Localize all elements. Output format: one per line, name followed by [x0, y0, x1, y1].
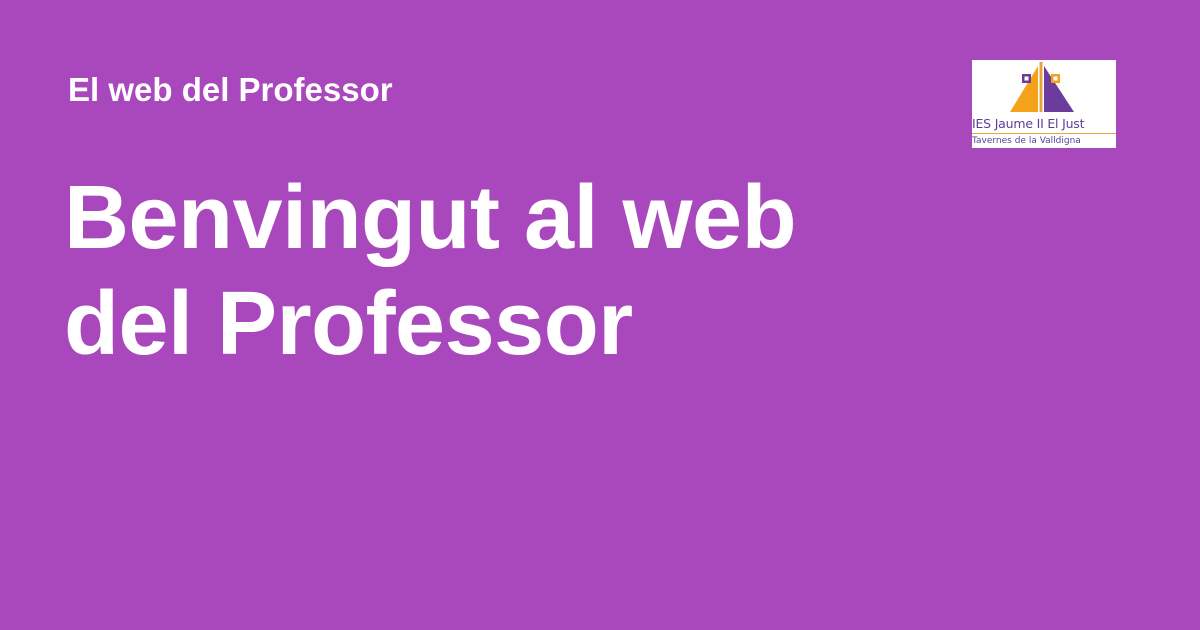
logo-school-name: IES Jaume II El Just: [972, 116, 1085, 131]
page-headline: Benvingut al web del Professor: [64, 165, 884, 377]
headline-line-1: Benvingut al web: [64, 168, 797, 268]
social-card: El web del Professor Benvingut al web de…: [0, 0, 1200, 630]
school-logo: IES Jaume II El Just Tavernes de la Vall…: [972, 60, 1116, 148]
pyramid-logo-icon: [1010, 62, 1074, 112]
logo-divider: [972, 133, 1116, 134]
headline-line-2: del Professor: [64, 274, 633, 374]
site-name: El web del Professor: [68, 71, 393, 108]
logo-school-location: Tavernes de la Valldigna: [972, 136, 1081, 146]
